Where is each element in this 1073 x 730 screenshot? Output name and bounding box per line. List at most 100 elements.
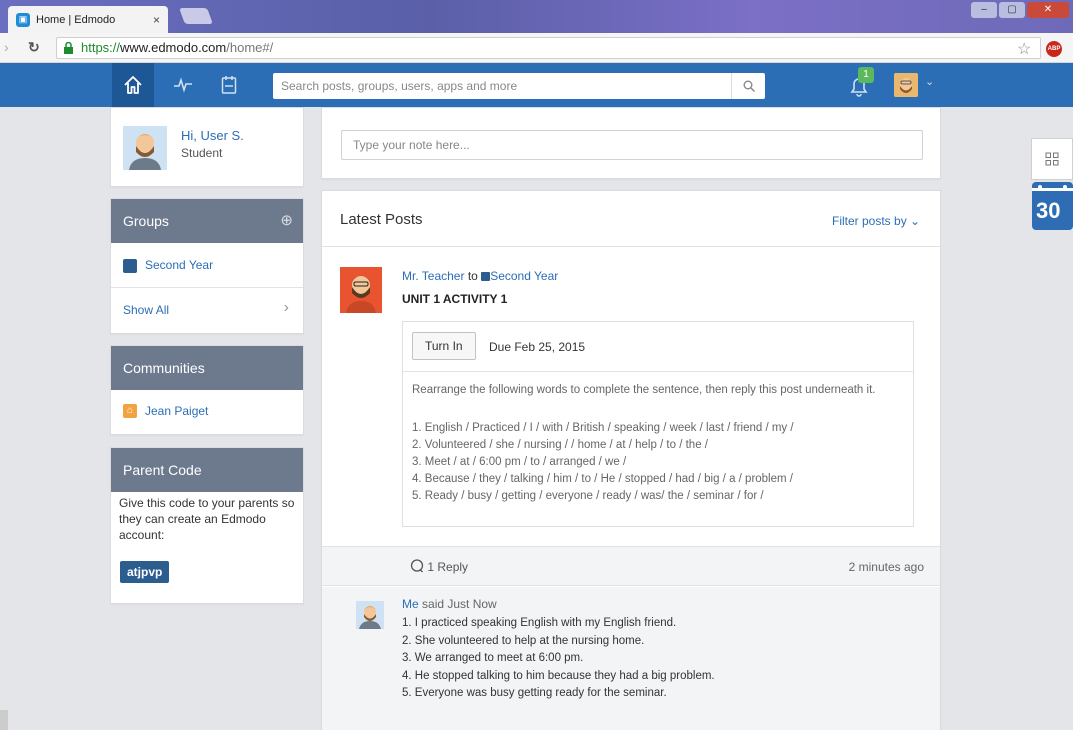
- tab-close-icon[interactable]: ×: [153, 13, 160, 27]
- filter-posts-dropdown[interactable]: Filter posts by ⌄: [832, 214, 920, 228]
- parent-code-card: Parent Code Give this code to your paren…: [110, 447, 304, 604]
- calendar-rings-icon: [1032, 185, 1073, 191]
- assignment-line: 2. Volunteered / she / nursing / / home …: [412, 439, 708, 451]
- user-avatar-icon: [894, 73, 918, 97]
- show-all-label: Show All: [123, 303, 170, 317]
- minimize-button[interactable]: –: [971, 2, 997, 18]
- group-square-icon: [481, 272, 491, 281]
- community-item-jean-paiget[interactable]: ⌂ Jean Paiget: [111, 390, 303, 434]
- chevron-right-icon: ›: [283, 299, 289, 316]
- reply-said: said Just Now: [422, 597, 497, 611]
- filter-caret-icon: ⌄: [910, 214, 921, 228]
- account-menu-caret-icon[interactable]: ⌄: [925, 75, 934, 88]
- institution-icon: ⌂: [123, 404, 137, 418]
- grid-icon: [1045, 152, 1059, 166]
- reply-count-link[interactable]: 1 Reply: [410, 559, 468, 574]
- feed-title: Latest Posts: [340, 211, 423, 228]
- post-footer: 1 Reply 2 minutes ago: [322, 546, 940, 586]
- app-header: Search posts, groups, users, apps and mo…: [0, 63, 1073, 107]
- note-composer-card: Type your note here...: [321, 107, 941, 179]
- assignment-line: 1. English / Practiced / I / with / Brit…: [412, 422, 794, 434]
- due-date: Due Feb 25, 2015: [489, 340, 586, 354]
- header-avatar[interactable]: [894, 73, 918, 97]
- assignment-box: Turn In Due Feb 25, 2015 Rearrange the f…: [402, 321, 914, 527]
- group-name: Second Year: [145, 258, 214, 272]
- address-bar: › ↻ https://www.edmodo.com/home#/ ☆ ABP: [0, 33, 1073, 63]
- reply-body: 1. I practiced speaking English with my …: [402, 615, 922, 703]
- parent-code-header: Parent Code: [111, 448, 303, 492]
- profile-role: Student: [181, 146, 223, 160]
- add-group-icon[interactable]: ⊕: [280, 199, 293, 243]
- calendar-day: 30: [1036, 198, 1061, 223]
- maximize-button[interactable]: ▢: [999, 2, 1025, 18]
- assignment-line: 5. Ready / busy / getting / everyone / r…: [412, 490, 764, 502]
- search-icon: [743, 80, 755, 92]
- profile-avatar[interactable]: [123, 126, 167, 170]
- search-input[interactable]: Search posts, groups, users, apps and mo…: [273, 73, 765, 99]
- assignment-lines: 1. English / Practiced / I / with / Brit…: [412, 420, 907, 505]
- url-field[interactable]: https://www.edmodo.com/home#/: [56, 37, 1041, 59]
- show-all-groups-link[interactable]: Show All ›: [111, 289, 303, 333]
- planner-nav-button[interactable]: [213, 63, 245, 107]
- browser-tab[interactable]: ▣ Home | Edmodo ×: [8, 6, 168, 33]
- reply-line: 2. She volunteered to help at the nursin…: [402, 634, 645, 647]
- profile-card: Hi, User S. Student: [110, 107, 304, 187]
- reload-icon[interactable]: ↻: [28, 39, 40, 56]
- reply-byline: Me said Just Now: [402, 597, 497, 611]
- group-item-second-year[interactable]: Second Year: [111, 243, 303, 288]
- pulse-icon: [174, 77, 192, 93]
- close-window-button[interactable]: ✕: [1027, 2, 1069, 18]
- notification-count-badge: 1: [858, 67, 874, 83]
- communities-header: Communities: [111, 346, 303, 390]
- groups-header: Groups ⊕: [111, 199, 303, 243]
- tab-title: Home | Edmodo: [36, 13, 116, 26]
- lock-icon: [64, 42, 73, 54]
- parent-code-title: Parent Code: [123, 462, 202, 478]
- teacher-avatar[interactable]: [340, 267, 382, 313]
- edmodo-favicon-icon: ▣: [16, 12, 30, 27]
- reply-avatar[interactable]: [356, 601, 384, 629]
- post-author-link[interactable]: Mr. Teacher: [402, 269, 464, 283]
- page-body: Hi, User S. Student Groups ⊕ Second Year…: [0, 107, 1073, 730]
- post-group-link[interactable]: Second Year: [490, 269, 558, 283]
- left-edge-strip: [0, 710, 8, 730]
- community-name: Jean Paiget: [145, 404, 209, 418]
- note-input[interactable]: Type your note here...: [341, 130, 923, 160]
- post-to-word: to: [467, 269, 478, 283]
- home-icon: [124, 76, 142, 94]
- new-tab-button[interactable]: [179, 8, 213, 24]
- reply-author-link[interactable]: Me: [402, 597, 419, 611]
- latest-posts-card: Latest Posts Filter posts by ⌄ Mr. Teach…: [321, 190, 941, 730]
- student-avatar-icon: [123, 126, 167, 170]
- me-avatar-icon: [356, 601, 384, 629]
- reply-line: 5. Everyone was busy getting ready for t…: [402, 687, 667, 699]
- home-nav-button[interactable]: [112, 63, 154, 107]
- filter-label: Filter posts by: [832, 214, 907, 228]
- url-scheme: https://: [81, 40, 121, 55]
- comment-icon: [410, 559, 424, 573]
- profile-greeting[interactable]: Hi, User S.: [181, 128, 244, 143]
- calendar-widget[interactable]: 30: [1032, 182, 1073, 230]
- reply-count: 1 Reply: [427, 560, 469, 574]
- adblock-plus-icon[interactable]: ABP: [1046, 41, 1062, 57]
- parent-code-value: atjpvp: [120, 561, 170, 583]
- bookmark-star-icon[interactable]: ☆: [1017, 39, 1031, 59]
- apps-grid-button[interactable]: [1031, 138, 1073, 180]
- search-button[interactable]: [731, 73, 765, 99]
- assignment-header: Turn In Due Feb 25, 2015: [403, 322, 913, 372]
- groups-card: Groups ⊕ Second Year Show All ›: [110, 198, 304, 334]
- search-placeholder: Search posts, groups, users, apps and mo…: [281, 79, 518, 93]
- turn-in-button[interactable]: Turn In: [412, 332, 476, 360]
- communities-card: Communities ⌂ Jean Paiget: [110, 345, 304, 435]
- assignment-line: 4. Because / they / talking / him / to /…: [412, 473, 793, 485]
- communities-title: Communities: [123, 360, 205, 376]
- activity-nav-button[interactable]: [167, 63, 199, 107]
- reply-line: 3. We arranged to meet at 6:00 pm.: [402, 652, 584, 664]
- post-byline: Mr. Teacher to Second Year: [402, 269, 558, 283]
- forward-arrow-icon[interactable]: ›: [4, 39, 9, 55]
- reply-line: 4. He stopped talking to him because the…: [402, 669, 715, 682]
- post-title: UNIT 1 ACTIVITY 1: [402, 292, 508, 306]
- url-path: /home#/: [226, 40, 274, 55]
- browser-tab-bar: ▣ Home | Edmodo × – ▢ ✕: [0, 0, 1073, 33]
- post-time: 2 minutes ago: [848, 560, 924, 574]
